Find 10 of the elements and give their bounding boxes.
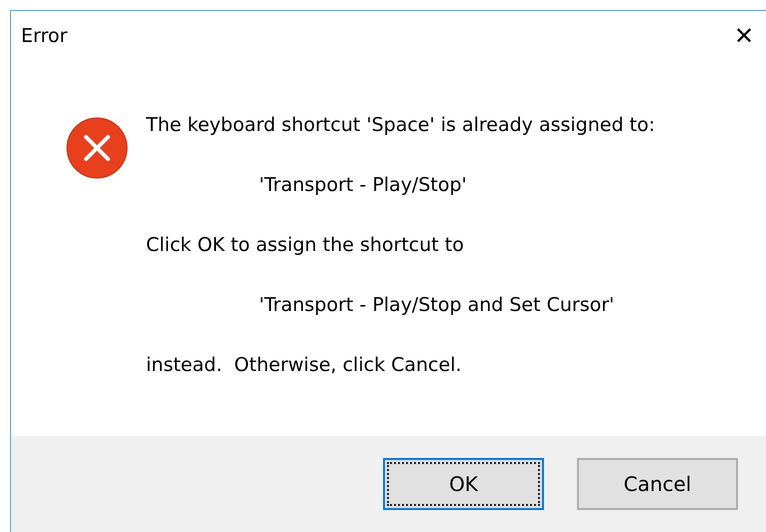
message-text: The keyboard shortcut 'Space' is already assigned to:: [146, 116, 656, 138]
dialog-button[interactable]: Cancel: [577, 458, 738, 510]
window-title: Error: [21, 25, 68, 47]
message-text: 'Transport - Play/Stop and Set Cursor': [258, 296, 616, 318]
close-button[interactable]: ✕: [722, 16, 766, 56]
message-text: instead. Otherwise, click Cancel.: [146, 356, 463, 378]
message-text: Click OK to assign the shortcut to: [146, 236, 465, 258]
dialog-button[interactable]: OK: [383, 458, 544, 510]
error-icon: [66, 117, 128, 179]
message-text: 'Transport - Play/Stop': [258, 176, 468, 198]
